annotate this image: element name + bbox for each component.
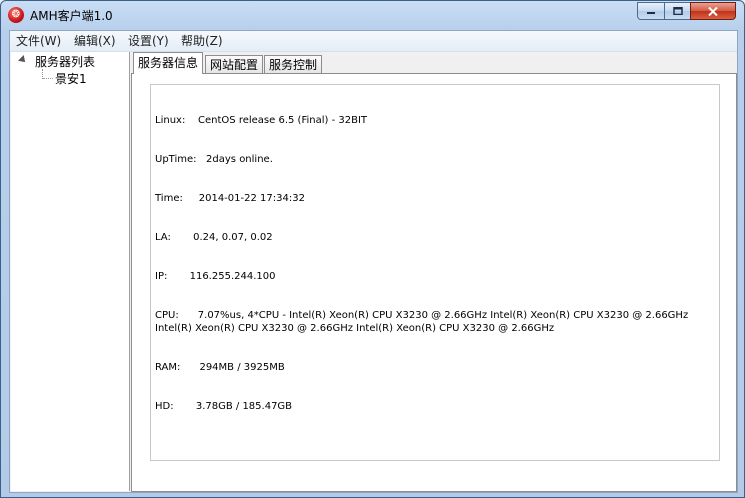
menu-file[interactable]: 文件(W) bbox=[12, 33, 65, 49]
tab-page-server-info: Linux: CentOS release 6.5 (Final) - 32BI… bbox=[131, 73, 737, 492]
minimize-button[interactable] bbox=[637, 2, 665, 20]
info-cpu: CPU: 7.07%us, 4*CPU - Intel(R) Xeon(R) C… bbox=[155, 310, 692, 334]
tree-connector bbox=[43, 78, 53, 79]
info-hd: HD: 3.78GB / 185.47GB bbox=[155, 401, 293, 412]
app-logo-icon: ❂ bbox=[8, 7, 24, 23]
close-icon bbox=[708, 7, 718, 16]
server-info-text[interactable]: Linux: CentOS release 6.5 (Final) - 32BI… bbox=[150, 84, 720, 461]
window-title: AMH客户端1.0 bbox=[30, 9, 113, 23]
tree-root-server-list[interactable]: 服务器列表 bbox=[35, 53, 95, 70]
menu-edit[interactable]: 编辑(X) bbox=[70, 33, 120, 49]
menu-settings[interactable]: 设置(Y) bbox=[124, 33, 173, 49]
maximize-button[interactable] bbox=[664, 2, 691, 20]
close-button[interactable] bbox=[690, 2, 736, 20]
app-window: ❂ AMH客户端1.0 文件(W) 编辑(X) 设置(Y) 帮助(Z) 服务器列… bbox=[0, 0, 745, 498]
info-time: Time: 2014-01-22 17:34:32 bbox=[155, 193, 305, 204]
expand-arrow-icon[interactable] bbox=[18, 55, 28, 65]
client-area: 文件(W) 编辑(X) 设置(Y) 帮助(Z) 服务器列表 景安1 服务器信息 … bbox=[9, 30, 738, 493]
info-ip: IP: 116.255.244.100 bbox=[155, 271, 276, 282]
info-uptime: UpTime: 2days online. bbox=[155, 154, 273, 165]
server-tree[interactable]: 服务器列表 景安1 bbox=[11, 52, 130, 491]
menu-help[interactable]: 帮助(Z) bbox=[177, 33, 227, 49]
info-load-average: LA: 0.24, 0.07, 0.02 bbox=[155, 232, 273, 243]
tab-server-info[interactable]: 服务器信息 bbox=[133, 52, 204, 74]
tab-service-control[interactable]: 服务控制 bbox=[264, 55, 323, 73]
title-bar[interactable]: ❂ AMH客户端1.0 bbox=[1, 1, 744, 29]
info-ram: RAM: 294MB / 3925MB bbox=[155, 362, 285, 373]
maximize-icon bbox=[672, 7, 683, 15]
minimize-icon bbox=[647, 12, 655, 14]
info-linux: Linux: CentOS release 6.5 (Final) - 32BI… bbox=[155, 115, 368, 126]
menu-bar: 文件(W) 编辑(X) 设置(Y) 帮助(Z) bbox=[10, 31, 737, 52]
tab-site-config[interactable]: 网站配置 bbox=[205, 55, 264, 73]
tree-item-server[interactable]: 景安1 bbox=[55, 70, 87, 87]
tab-strip: 服务器信息 网站配置 服务控制 bbox=[131, 52, 737, 74]
